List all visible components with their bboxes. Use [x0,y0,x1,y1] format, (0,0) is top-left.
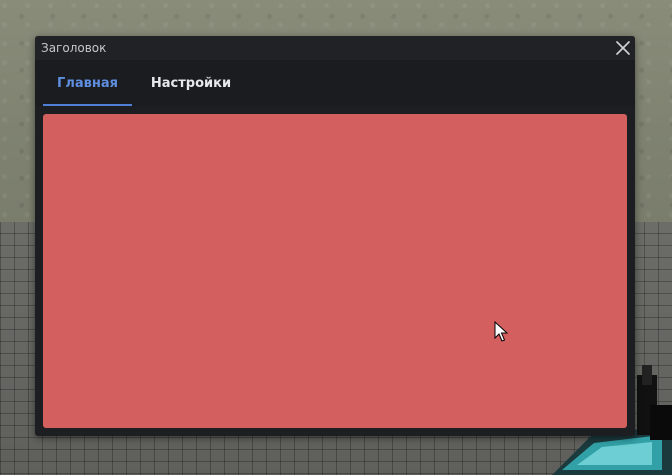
tab-settings[interactable]: Настройки [143,76,239,106]
close-icon [616,41,630,55]
content-panel [43,114,627,428]
tab-main-label: Главная [57,76,118,91]
game-viewport: Заголовок Главная Настройки [0,0,672,475]
tab-settings-label: Настройки [150,76,232,91]
close-button[interactable] [613,38,633,58]
window-title: Заголовок [41,41,107,55]
title-bar[interactable]: Заголовок [35,36,635,60]
active-tab-underline [43,104,132,106]
dialog-window: Заголовок Главная Настройки [35,36,635,436]
tab-bar: Главная Настройки [35,60,635,106]
tab-main[interactable]: Главная [43,76,132,106]
